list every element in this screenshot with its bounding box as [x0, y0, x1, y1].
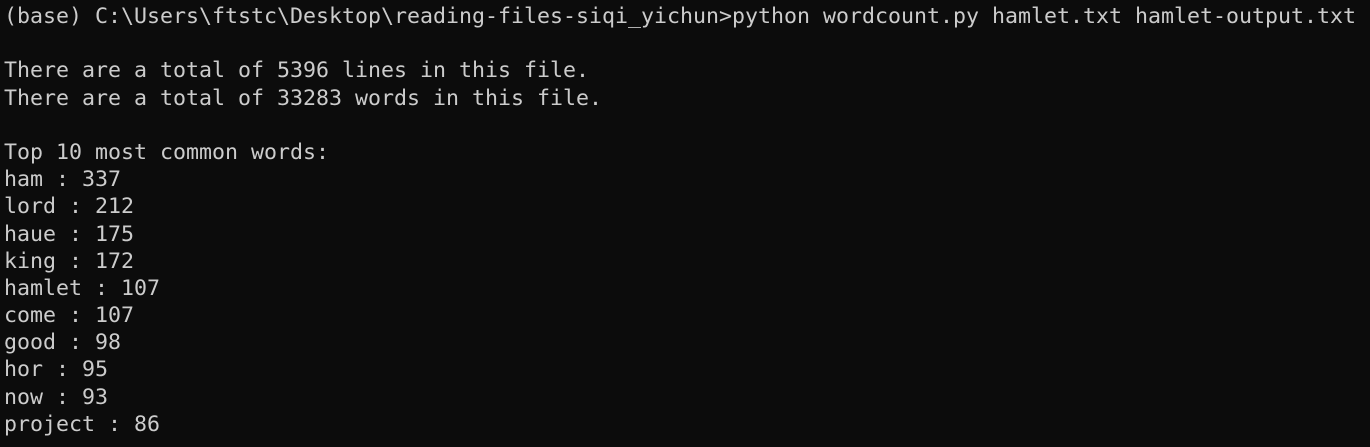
word-count-row: hamlet : 107 [4, 275, 161, 301]
words-count-output: There are a total of 33283 words in this… [4, 85, 603, 111]
word-count-row: good : 98 [4, 330, 122, 356]
word-count-row: project : 86 [4, 411, 161, 437]
word-count-row: king : 172 [4, 248, 135, 274]
prompt: (base) C:\Users\ftstc\Desktop\reading-fi… [4, 4, 733, 29]
word-count-row: haue : 175 [4, 221, 135, 247]
word-count-row: come : 107 [4, 303, 135, 329]
terminal-window[interactable]: (base) C:\Users\ftstc\Desktop\reading-fi… [0, 0, 1370, 447]
word-count-row: now : 93 [4, 384, 109, 410]
command-line: (base) C:\Users\ftstc\Desktop\reading-fi… [4, 3, 1370, 30]
word-count-row: ham : 337 [4, 167, 122, 193]
word-count-row: lord : 212 [4, 194, 135, 220]
top-words-header: Top 10 most common words: [4, 139, 330, 165]
command-text: python wordcount.py hamlet.txt hamlet-ou… [732, 4, 1357, 29]
word-count-row: hor : 95 [4, 357, 109, 383]
lines-count-output: There are a total of 5396 lines in this … [4, 58, 590, 84]
